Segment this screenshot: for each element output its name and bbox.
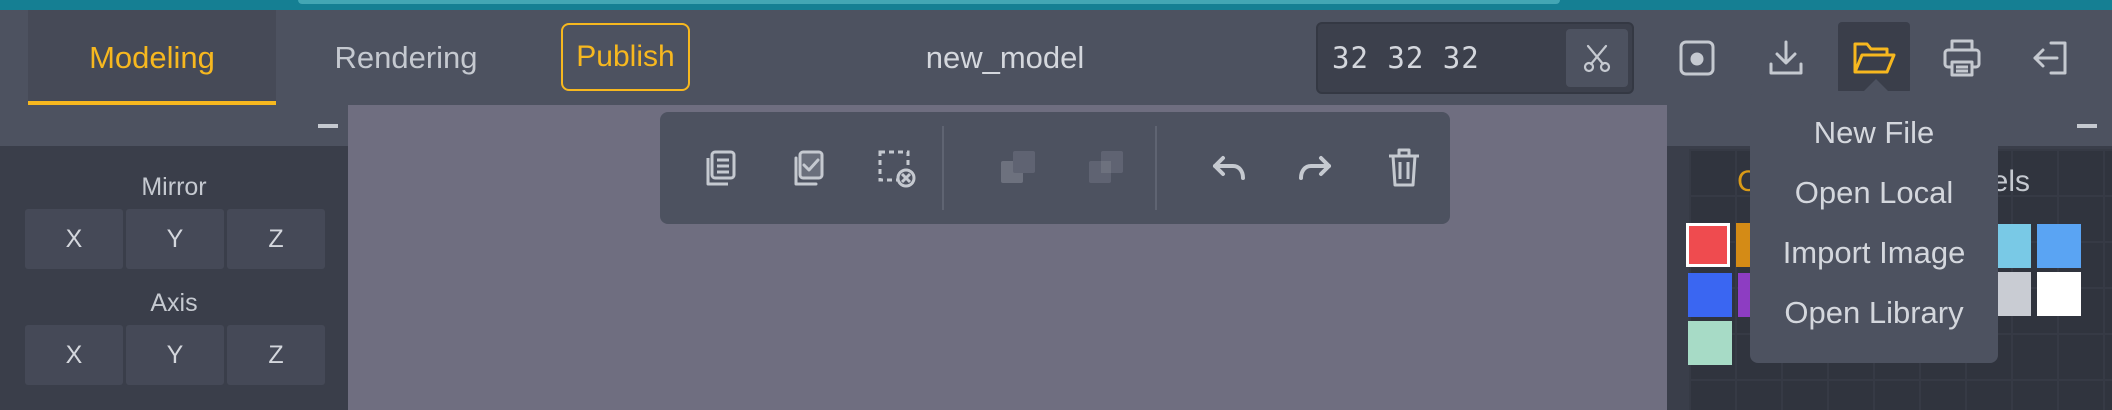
flatten-button[interactable] — [1078, 140, 1134, 196]
download-button[interactable] — [1750, 22, 1822, 94]
publish-button[interactable]: Publish — [561, 23, 690, 91]
mirror-x-button[interactable]: X — [25, 209, 123, 269]
exit-button[interactable] — [2014, 22, 2086, 94]
undo-button[interactable] — [1200, 140, 1256, 196]
menu-item-open-local[interactable]: Open Local — [1750, 163, 1998, 223]
open-file-menu: New File Open Local Import Image Open Li… — [1750, 79, 1998, 363]
print-icon — [1941, 37, 1983, 79]
toolbar-divider — [1155, 126, 1157, 210]
flatten-icon — [1085, 147, 1127, 189]
scissors-icon — [1579, 40, 1615, 76]
collapse-icon[interactable] — [318, 124, 338, 128]
tab-rendering[interactable]: Rendering — [296, 10, 516, 105]
tab-modeling[interactable]: Modeling — [28, 10, 276, 105]
trash-icon — [1384, 147, 1424, 189]
toolbar-divider — [942, 126, 944, 210]
color-swatch-mint[interactable] — [1688, 321, 1732, 365]
deselect-button[interactable] — [868, 140, 924, 196]
scissors-button[interactable] — [1566, 29, 1628, 87]
color-swatch-red[interactable] — [1686, 223, 1730, 267]
model-name: new_model — [925, 39, 1085, 75]
edit-toolbar — [660, 112, 1450, 224]
dimensions-value[interactable]: 32 32 32 — [1332, 24, 1480, 92]
save-button[interactable] — [1661, 22, 1733, 94]
color-swatch-sky-blue[interactable] — [2037, 224, 2081, 268]
menu-item-open-library[interactable]: Open Library — [1750, 283, 1998, 343]
left-panel-header — [0, 105, 348, 146]
color-swatch-blue[interactable] — [1688, 273, 1732, 317]
print-button[interactable] — [1926, 22, 1998, 94]
dimensions-field[interactable]: 32 32 32 — [1316, 22, 1634, 94]
mirror-z-button[interactable]: Z — [227, 209, 325, 269]
download-icon — [1766, 38, 1806, 78]
mirror-y-button[interactable]: Y — [126, 209, 224, 269]
collapse-icon[interactable] — [2077, 124, 2097, 128]
undo-icon — [1207, 148, 1249, 188]
folder-open-icon — [1851, 38, 1897, 78]
mirror-label: Mirror — [141, 173, 207, 201]
axis-y-button[interactable]: Y — [126, 325, 224, 385]
redo-icon — [1295, 148, 1337, 188]
color-swatch-white[interactable] — [2037, 272, 2081, 316]
copy-icon — [700, 148, 740, 188]
delete-button[interactable] — [1376, 140, 1432, 196]
menu-item-new-file[interactable]: New File — [1750, 103, 1998, 163]
paste-button[interactable] — [780, 140, 836, 196]
scrollbar-thumb[interactable] — [298, 0, 1560, 4]
duplicate-button[interactable] — [990, 140, 1046, 196]
save-icon — [1677, 38, 1717, 78]
exit-icon — [2029, 38, 2071, 78]
redo-button[interactable] — [1288, 140, 1344, 196]
copy-button[interactable] — [692, 140, 748, 196]
left-panel: Mirror X Y Z Axis X Y Z — [0, 105, 348, 410]
paste-icon — [788, 148, 828, 188]
deselect-icon — [875, 147, 917, 189]
axis-label: Axis — [150, 289, 198, 317]
top-scrollbar[interactable] — [0, 0, 2112, 10]
menu-item-import-image[interactable]: Import Image — [1750, 223, 1998, 283]
axis-x-button[interactable]: X — [25, 325, 123, 385]
duplicate-icon — [997, 147, 1039, 189]
axis-z-button[interactable]: Z — [227, 325, 325, 385]
